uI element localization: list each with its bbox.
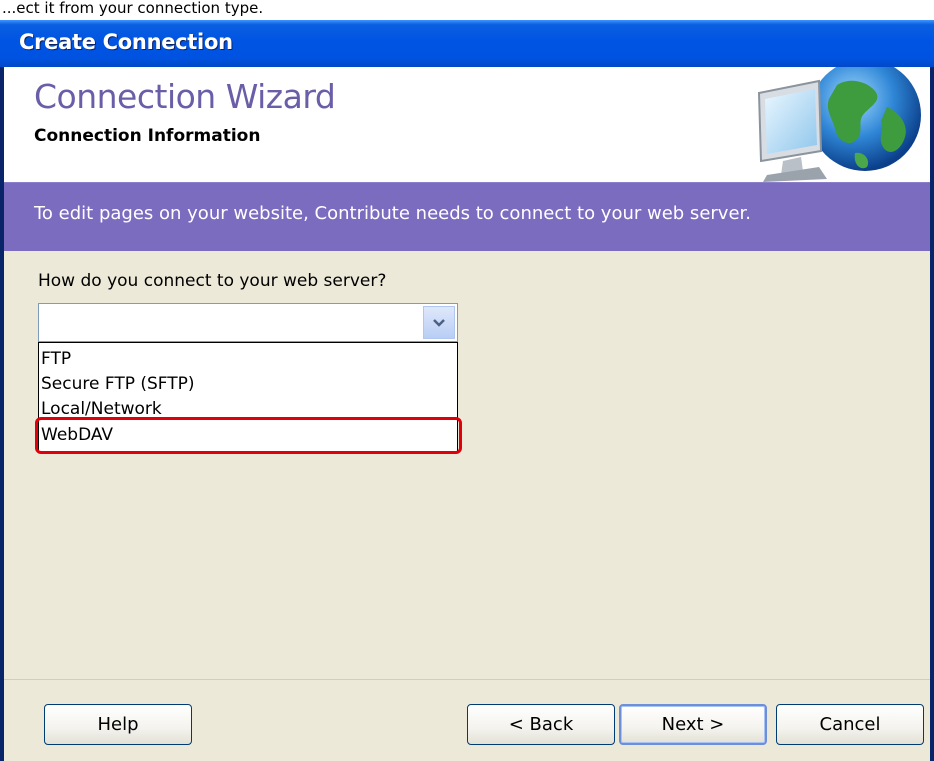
banner-text: To edit pages on your website, Contribut… [34, 203, 751, 224]
connection-type-select[interactable] [38, 303, 458, 342]
top-caption: ...ect it from your connection type. [0, 0, 934, 22]
dropdown-toggle-button[interactable] [423, 306, 455, 339]
footer-divider [4, 679, 930, 680]
title-bar[interactable]: Create Connection [0, 20, 934, 67]
info-banner: To edit pages on your website, Contribut… [4, 182, 930, 251]
back-button[interactable]: < Back [467, 704, 615, 745]
next-button[interactable]: Next > [619, 704, 767, 745]
dialog-client-area: Connection Wizard Connection Information [4, 67, 930, 761]
webdav-highlight-annotation [35, 417, 462, 454]
globe-monitor-icon [757, 67, 921, 182]
wizard-header: Connection Wizard Connection Information [4, 67, 930, 182]
create-connection-dialog: Create Connection Connection Wizard Conn… [0, 20, 934, 761]
help-button[interactable]: Help [44, 704, 192, 745]
option-sftp[interactable]: Secure FTP (SFTP) [41, 372, 195, 396]
wizard-title: Connection Wizard [34, 77, 336, 116]
wizard-subtitle: Connection Information [34, 126, 261, 146]
cancel-button[interactable]: Cancel [776, 704, 924, 745]
window-title: Create Connection [19, 30, 233, 54]
chevron-down-icon [433, 319, 445, 327]
connection-type-label: How do you connect to your web server? [38, 271, 387, 291]
option-ftp[interactable]: FTP [41, 347, 71, 371]
